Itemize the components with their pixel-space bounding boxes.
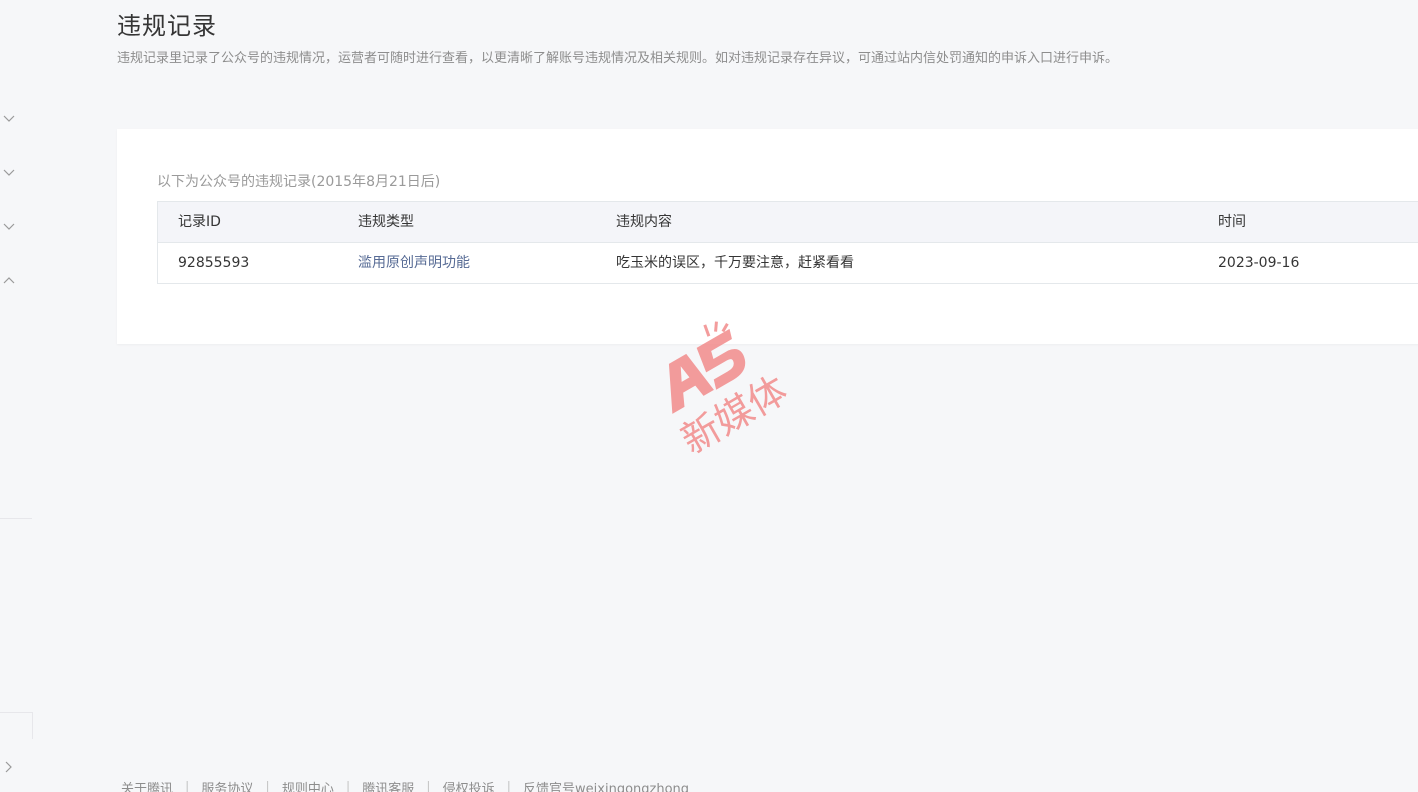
column-header-type: 违规类型	[358, 214, 414, 230]
column-header-id: 记录ID	[178, 214, 221, 230]
chevron-down-icon[interactable]	[0, 218, 18, 236]
footer-link-customer-service[interactable]: 腾讯客服	[362, 778, 414, 792]
sidebar-divider	[0, 518, 32, 519]
record-time: 2023-09-16	[1218, 255, 1300, 271]
chevron-down-icon[interactable]	[0, 110, 18, 128]
footer-link-rules-center[interactable]: 规则中心	[282, 778, 334, 792]
chevron-right-icon[interactable]	[0, 758, 18, 776]
table-header: 记录ID 违规类型 违规内容 时间	[158, 202, 1418, 243]
page-description: 违规记录里记录了公众号的违规情况，运营者可随时进行查看，以更清晰了解账号违规情况…	[117, 51, 1119, 66]
record-id: 92855593	[178, 255, 250, 271]
footer-separator: |	[506, 780, 512, 792]
record-content: 吃玉米的误区，千万要注意，赶紧看看	[616, 255, 854, 271]
footer-separator: |	[185, 780, 190, 792]
footer-separator: |	[265, 780, 270, 792]
chevron-up-icon[interactable]	[0, 271, 18, 289]
footer-separator: |	[426, 780, 431, 792]
footer-link-service-agreement[interactable]: 服务协议	[201, 778, 253, 792]
sidebar	[0, 0, 34, 792]
column-header-content: 违规内容	[616, 214, 672, 230]
chevron-down-icon[interactable]	[0, 164, 18, 182]
footer-link-feedback[interactable]: 反馈官号weixingongzhong	[523, 778, 689, 792]
footer: 关于腾讯 | 服务协议 | 规则中心 | 腾讯客服 | 侵权投诉 | 反馈官号w…	[121, 778, 689, 792]
violation-records-page: 违规记录 违规记录里记录了公众号的违规情况，运营者可随时进行查看，以更清晰了解账…	[0, 0, 1418, 792]
footer-link-about[interactable]: 关于腾讯	[121, 778, 173, 792]
table-row: 92855593 滥用原创声明功能 吃玉米的误区，千万要注意，赶紧看看 2023…	[158, 243, 1418, 283]
column-header-time: 时间	[1218, 214, 1246, 230]
record-type: 滥用原创声明功能	[358, 255, 470, 271]
footer-link-infringement[interactable]: 侵权投诉	[443, 778, 495, 792]
footer-separator: |	[345, 780, 351, 792]
page-title: 违规记录	[117, 11, 217, 40]
records-table: 记录ID 违规类型 违规内容 时间 92855593 滥用原创声明功能 吃玉米的…	[157, 201, 1418, 284]
sidebar-footer-box	[0, 712, 33, 739]
records-caption: 以下为公众号的违规记录(2015年8月21日后)	[157, 174, 441, 190]
a5-watermark-logo: 新媒体	[640, 310, 810, 480]
